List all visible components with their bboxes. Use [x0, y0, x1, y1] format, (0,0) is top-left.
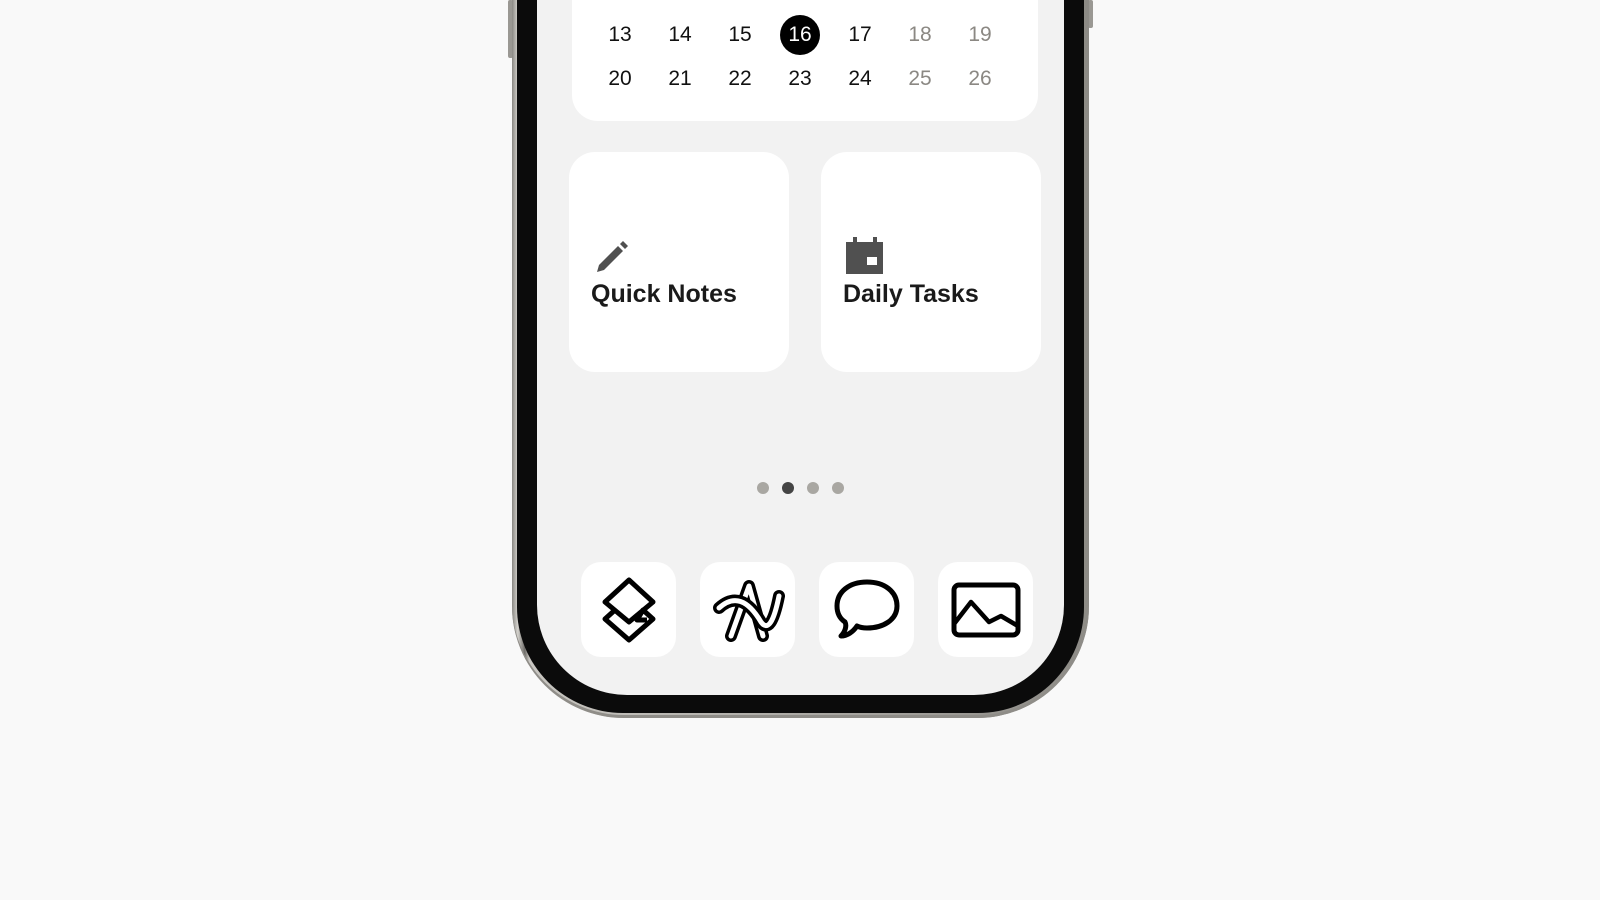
- day-number: 22: [728, 67, 752, 90]
- day-number: 20: [608, 67, 632, 90]
- layers-icon: [602, 577, 655, 642]
- widget-label: Quick Notes: [591, 280, 737, 308]
- calendar-icon: [846, 237, 883, 274]
- day-number: 24: [848, 67, 872, 90]
- quick-notes-widget[interactable]: Quick Notes: [569, 152, 789, 372]
- page-dot[interactable]: [757, 482, 769, 494]
- calendar-day[interactable]: 19: [950, 15, 1010, 55]
- a-logo-app[interactable]: [700, 562, 795, 657]
- calendar-day[interactable]: 18: [890, 15, 950, 55]
- pencil-icon: [597, 241, 628, 272]
- widget-label: Daily Tasks: [843, 280, 979, 308]
- page-dot[interactable]: [807, 482, 819, 494]
- page-dot-active[interactable]: [782, 482, 794, 494]
- day-number: 26: [968, 67, 992, 90]
- calendar-widget[interactable]: 13 14 15 16 17 18 19 20 21 22 23 24 25 26: [572, 0, 1038, 121]
- calendar-week-row: 13 14 15 16 17 18 19: [590, 15, 1010, 55]
- day-number: 19: [968, 23, 992, 46]
- phone-bezel: 13 14 15 16 17 18 19 20 21 22 23 24 25 26 Quick Note…: [517, 0, 1084, 713]
- page-indicator[interactable]: [537, 482, 1064, 494]
- day-number: 13: [608, 23, 632, 46]
- day-number: 21: [668, 67, 692, 90]
- image-icon: [951, 582, 1020, 637]
- calendar-day[interactable]: 22: [710, 59, 770, 99]
- calendar-day[interactable]: 21: [650, 59, 710, 99]
- phone-frame: 13 14 15 16 17 18 19 20 21 22 23 24 25 26 Quick Note…: [512, 0, 1089, 718]
- calendar-day[interactable]: 15: [710, 15, 770, 55]
- day-number: 16: [780, 15, 820, 55]
- a-logo-icon: [712, 579, 785, 642]
- page-dot[interactable]: [832, 482, 844, 494]
- layers-app[interactable]: [581, 562, 676, 657]
- day-number: 23: [788, 67, 812, 90]
- day-number: 17: [848, 23, 872, 46]
- calendar-day[interactable]: 17: [830, 15, 890, 55]
- calendar-day[interactable]: 26: [950, 59, 1010, 99]
- calendar-day[interactable]: 23: [770, 59, 830, 99]
- calendar-day[interactable]: 24: [830, 59, 890, 99]
- daily-tasks-widget[interactable]: Daily Tasks: [821, 152, 1041, 372]
- calendar-day[interactable]: 20: [590, 59, 650, 99]
- dock: [581, 562, 1033, 657]
- day-number: 25: [908, 67, 932, 90]
- calendar-day[interactable]: 14: [650, 15, 710, 55]
- speech-bubble-icon: [834, 579, 899, 638]
- day-number: 15: [728, 23, 752, 46]
- photos-app[interactable]: [938, 562, 1033, 657]
- messages-app[interactable]: [819, 562, 914, 657]
- day-number: 18: [908, 23, 932, 46]
- calendar-day[interactable]: 13: [590, 15, 650, 55]
- calendar-day-today[interactable]: 16: [770, 15, 830, 55]
- day-number: 14: [668, 23, 692, 46]
- calendar-day[interactable]: 25: [890, 59, 950, 99]
- home-screen: 13 14 15 16 17 18 19 20 21 22 23 24 25 26 Quick Note…: [537, 0, 1064, 695]
- calendar-week-row: 20 21 22 23 24 25 26: [590, 59, 1010, 99]
